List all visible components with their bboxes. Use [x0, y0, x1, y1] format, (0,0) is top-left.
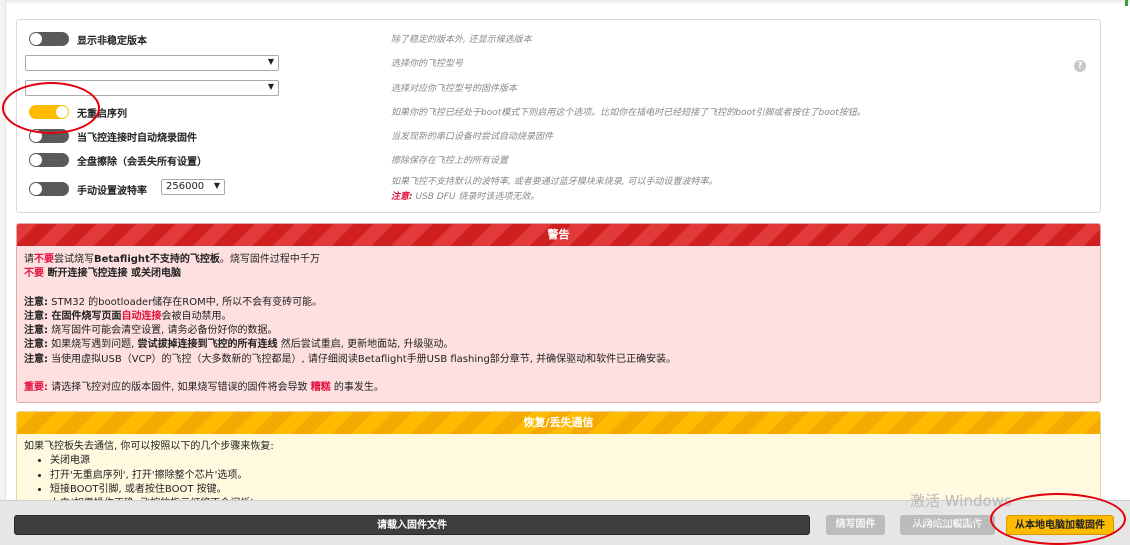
warning-line: 不要 断开连接飞控连接 或关闭电脑 — [24, 268, 181, 280]
chevron-down-icon: ▼ — [267, 57, 274, 66]
option-no-reboot: 无重启序列 如果你的飞控已经处于boot模式下则启用这个选项。比如你在插电时已经… — [17, 101, 1102, 123]
option-label: 手动设置波特率 — [77, 186, 147, 197]
option-note: 注意: USB DFU 烧录时该选项无效。 — [391, 192, 540, 202]
list-item: 关闭电源 — [50, 454, 1093, 468]
top-edge — [0, 0, 1130, 4]
baud-rate-select[interactable]: 256000 ▼ — [161, 179, 225, 195]
recovery-intro: 如果飞控板失去通信, 你可以按照以下的几个步骤来恢复: — [24, 441, 274, 452]
option-label: 显示非稳定版本 — [77, 36, 147, 47]
option-manual-baud: 手动设置波特率 256000 ▼ 如果飞控不支持默认的波特率, 或者要通过蓝牙模块… — [17, 177, 1102, 202]
annotation-circle — [990, 493, 1126, 545]
warning-title: 警告 — [17, 224, 1100, 246]
recovery-title: 恢复/丢失通信 — [17, 412, 1100, 434]
option-full-erase: 全盘擦除（会丢失所有设置） 擦除保存在飞控上的所有设置 — [17, 149, 1102, 171]
option-desc: 选择对应你飞控型号的固件版本 — [391, 84, 518, 94]
help-icon[interactable]: ? — [1074, 60, 1086, 72]
left-sidebar-strip — [0, 0, 6, 545]
option-desc: 如果你的飞控已经处于boot模式下则启用这个选项。比如你在插电时已经短接了飞控的… — [391, 108, 866, 118]
option-desc: 当发现新的串口设备时尝试自动烧录固件 — [391, 132, 554, 142]
corner-mark — [1125, 0, 1128, 6]
chevron-down-icon: ▼ — [267, 82, 274, 91]
toggle-full-erase[interactable] — [29, 153, 69, 167]
note-line: 注意: STM32 的bootloader储存在ROM中, 所以不会有变砖可能。 — [24, 296, 323, 308]
toggle-show-unstable[interactable] — [29, 32, 69, 46]
option-board-select: ▼ 选择你的飞控型号 — [17, 52, 1102, 74]
option-auto-flash: 当飞控连接时自动烧录固件 当发现新的串口设备时尝试自动烧录固件 — [17, 125, 1102, 147]
note-line: 注意: 如果烧写遇到问题, 尝试拔掉连接到飞控的所有连线 然后尝试重启, 更新地… — [24, 339, 454, 351]
warning-panel: 警告 请不要尝试烧写Betaflight不支持的飞控板。烧写固件过程中千万 不要… — [16, 223, 1101, 403]
option-label: 当飞控连接时自动烧录固件 — [77, 133, 197, 144]
windows-activation-hint: 转到"设置"以激活 — [908, 516, 988, 527]
load-firmware-online-button[interactable]: 请载入固件文件 — [14, 515, 810, 535]
option-desc: 擦除保存在飞控上的所有设置 — [391, 156, 509, 166]
list-item: 打开'无重启序列', 打开'擦除整个芯片'选项。 — [50, 469, 1093, 483]
board-select[interactable]: ▼ — [25, 55, 279, 71]
option-desc: 选择你的飞控型号 — [391, 59, 464, 69]
options-panel: 显示非稳定版本 除了稳定的版本外, 还显示候选版本 ▼ 选择你的飞控型号 ▼ 选… — [16, 19, 1101, 213]
option-show-unstable: 显示非稳定版本 除了稳定的版本外, 还显示候选版本 — [17, 28, 1102, 50]
important-line: 重要: 请选择飞控对应的版本固件, 如果烧写错误的固件将会导致 糟糕 的事发生。 — [24, 382, 384, 394]
chevron-down-icon: ▼ — [213, 181, 220, 190]
note-line: 注意: 在固件烧写页面自动连接会被自动禁用。 — [24, 310, 232, 322]
toggle-manual-baud[interactable] — [29, 182, 69, 196]
flash-firmware-button[interactable]: 烧写固件 — [826, 515, 885, 535]
option-firmware-select: ▼ 选择对应你飞控型号的固件版本 — [17, 77, 1102, 99]
annotation-circle — [2, 82, 100, 134]
warning-body: 请不要尝试烧写Betaflight不支持的飞控板。烧写固件过程中千万 不要 断开… — [17, 246, 1100, 402]
option-desc: 除了稳定的版本外, 还显示候选版本 — [391, 35, 532, 45]
option-desc: 如果飞控不支持默认的波特率, 或者要通过蓝牙模块来烧录, 可以手动设置波特率。 — [391, 177, 718, 187]
warning-line: 请不要尝试烧写Betaflight不支持的飞控板。烧写固件过程中千万 — [24, 254, 320, 265]
option-label: 全盘擦除（会丢失所有设置） — [77, 157, 207, 168]
note-line: 注意: 当使用虚拟USB（VCP）的飞控（大多数新的飞控都是）, 请仔细阅读Be… — [24, 353, 677, 365]
note-line: 注意: 烧写固件可能会清空设置, 请务必备份好你的数据。 — [24, 325, 278, 337]
